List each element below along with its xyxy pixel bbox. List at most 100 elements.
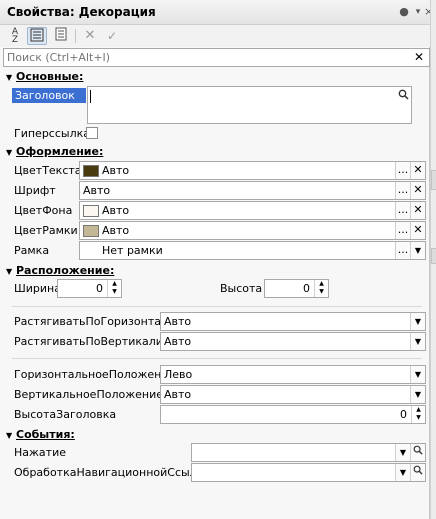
v-pos-value: Авто bbox=[164, 388, 192, 401]
stretch-v-field[interactable]: Авто ▼ bbox=[160, 332, 426, 351]
properties-panel: Свойства: Декорация ● ▾ × AZ ✕ ✓ ✕ ▼Осно… bbox=[0, 0, 433, 519]
search-box[interactable]: ✕ bbox=[3, 48, 430, 67]
title-bar: Свойства: Декорация ● ▾ × bbox=[0, 0, 433, 25]
text-color-value: Авто bbox=[102, 164, 130, 177]
search-icon[interactable] bbox=[395, 87, 411, 106]
collapse-icon[interactable]: ▼ bbox=[6, 431, 16, 440]
divider bbox=[12, 358, 422, 359]
group-main[interactable]: ▼ Основные: bbox=[6, 70, 83, 83]
stretch-h-field[interactable]: Авто ▼ bbox=[160, 312, 426, 331]
group-design-label: Оформление: bbox=[16, 145, 104, 158]
property-list-icon[interactable] bbox=[51, 27, 71, 45]
title-textarea[interactable] bbox=[87, 86, 412, 124]
bg-color-value: Авто bbox=[102, 204, 130, 217]
dropdown-arrow-icon[interactable]: ▼ bbox=[410, 386, 425, 403]
text-cursor bbox=[90, 90, 91, 103]
title-height-field[interactable]: 0 bbox=[160, 405, 412, 424]
clear-search-icon[interactable]: ✕ bbox=[410, 49, 428, 66]
dropdown-arrow-icon[interactable]: ▼ bbox=[395, 464, 410, 481]
group-location[interactable]: ▼ Расположение: bbox=[6, 264, 114, 277]
dropdown-arrow-icon[interactable]: ▼ bbox=[410, 242, 425, 259]
v-pos-label: ВертикальноеПоложение bbox=[14, 388, 163, 401]
side-scroll-strip bbox=[430, 0, 436, 519]
color-swatch bbox=[83, 165, 99, 177]
toolbar-separator bbox=[75, 29, 76, 43]
h-pos-field[interactable]: Лево ▼ bbox=[160, 365, 426, 384]
apply-icon[interactable]: ✓ bbox=[102, 27, 122, 45]
font-field[interactable]: Авто ... ✕ bbox=[79, 181, 426, 200]
font-value: Авто bbox=[83, 184, 111, 197]
h-pos-label: ГоризонтальноеПоложение bbox=[14, 368, 176, 381]
height-value: 0 bbox=[303, 282, 310, 295]
dropdown-arrow-icon[interactable]: ▼ bbox=[395, 444, 410, 461]
group-location-label: Расположение: bbox=[16, 264, 115, 277]
search-icon[interactable] bbox=[410, 444, 425, 461]
height-label: Высота bbox=[220, 282, 263, 295]
stretch-h-value: Авто bbox=[164, 315, 192, 328]
stretch-v-value: Авто bbox=[164, 335, 192, 348]
scroll-handle[interactable] bbox=[431, 248, 436, 264]
group-events-label: События: bbox=[16, 428, 75, 441]
clear-button[interactable]: ✕ bbox=[410, 202, 425, 219]
collapse-icon[interactable]: ▼ bbox=[6, 267, 16, 276]
choose-button[interactable]: ... bbox=[395, 222, 410, 239]
window-title: Свойства: Декорация bbox=[7, 5, 156, 19]
spin-arrows-icon[interactable]: ▲ ▼ bbox=[314, 280, 328, 297]
clear-button[interactable]: ✕ bbox=[410, 182, 425, 199]
border-label: Рамка bbox=[14, 244, 50, 257]
sort-alphabetical-icon[interactable]: AZ bbox=[5, 27, 25, 45]
choose-button[interactable]: ... bbox=[395, 242, 410, 259]
divider bbox=[12, 306, 422, 307]
group-design[interactable]: ▼ Оформление: bbox=[6, 145, 103, 158]
color-swatch bbox=[83, 205, 99, 217]
width-label: Ширина bbox=[14, 282, 61, 295]
nav-handler-field[interactable]: ▼ bbox=[191, 463, 426, 482]
click-label: Нажатие bbox=[14, 446, 66, 459]
collapse-icon[interactable]: ▼ bbox=[6, 73, 16, 82]
border-color-value: Авто bbox=[102, 224, 130, 237]
choose-button[interactable]: ... bbox=[395, 202, 410, 219]
dropdown-arrow-icon[interactable]: ▼ bbox=[410, 366, 425, 383]
border-color-field[interactable]: Авто ... ✕ bbox=[79, 221, 426, 240]
h-pos-value: Лево bbox=[164, 368, 193, 381]
border-color-label: ЦветРамки bbox=[14, 224, 78, 237]
title-label[interactable]: Заголовок bbox=[12, 88, 86, 103]
collapse-icon[interactable]: ▼ bbox=[6, 148, 16, 157]
stretch-v-label: РастягиватьПоВертикали bbox=[14, 335, 163, 348]
border-value: Нет рамки bbox=[102, 244, 163, 257]
clear-button[interactable]: ✕ bbox=[410, 222, 425, 239]
scroll-handle[interactable] bbox=[431, 170, 436, 190]
clear-button[interactable]: ✕ bbox=[410, 162, 425, 179]
hyperlink-label: Гиперссылка bbox=[14, 127, 90, 140]
search-icon[interactable] bbox=[410, 464, 425, 481]
spin-arrows-icon[interactable]: ▲ ▼ bbox=[411, 406, 425, 423]
v-pos-field[interactable]: Авто ▼ bbox=[160, 385, 426, 404]
group-main-label: Основные: bbox=[16, 70, 84, 83]
text-color-field[interactable]: Авто ... ✕ bbox=[79, 161, 426, 180]
nav-label: ОбработкаНавигационнойСсылки bbox=[14, 466, 211, 479]
choose-button[interactable]: ... bbox=[395, 182, 410, 199]
title-height-value: 0 bbox=[400, 408, 407, 421]
search-input[interactable] bbox=[4, 49, 404, 66]
sort-by-category-icon[interactable] bbox=[27, 27, 47, 45]
dropdown-arrow-icon[interactable]: ▼ bbox=[410, 313, 425, 330]
stretch-h-label: РастягиватьПоГоризонтали bbox=[14, 315, 176, 328]
color-swatch bbox=[83, 225, 99, 237]
width-value: 0 bbox=[96, 282, 103, 295]
hyperlink-checkbox[interactable] bbox=[86, 127, 98, 139]
group-events[interactable]: ▼ События: bbox=[6, 428, 75, 441]
width-spinner[interactable]: 0 ▲ ▼ bbox=[57, 279, 122, 298]
font-label: Шрифт bbox=[14, 184, 56, 197]
border-field[interactable]: Нет рамки ... ▼ bbox=[79, 241, 426, 260]
title-height-spinner[interactable]: ▲ ▼ bbox=[411, 405, 426, 424]
text-color-label: ЦветТекста bbox=[14, 164, 82, 177]
toolbar: AZ ✕ ✓ bbox=[0, 25, 430, 47]
bg-color-field[interactable]: Авто ... ✕ bbox=[79, 201, 426, 220]
dropdown-arrow-icon[interactable]: ▼ bbox=[410, 333, 425, 350]
choose-button[interactable]: ... bbox=[395, 162, 410, 179]
title-height-label: ВысотаЗаголовка bbox=[14, 408, 117, 421]
clear-icon[interactable]: ✕ bbox=[80, 27, 100, 45]
spin-arrows-icon[interactable]: ▲ ▼ bbox=[107, 280, 121, 297]
click-handler-field[interactable]: ▼ bbox=[191, 443, 426, 462]
height-spinner[interactable]: 0 ▲ ▼ bbox=[264, 279, 329, 298]
